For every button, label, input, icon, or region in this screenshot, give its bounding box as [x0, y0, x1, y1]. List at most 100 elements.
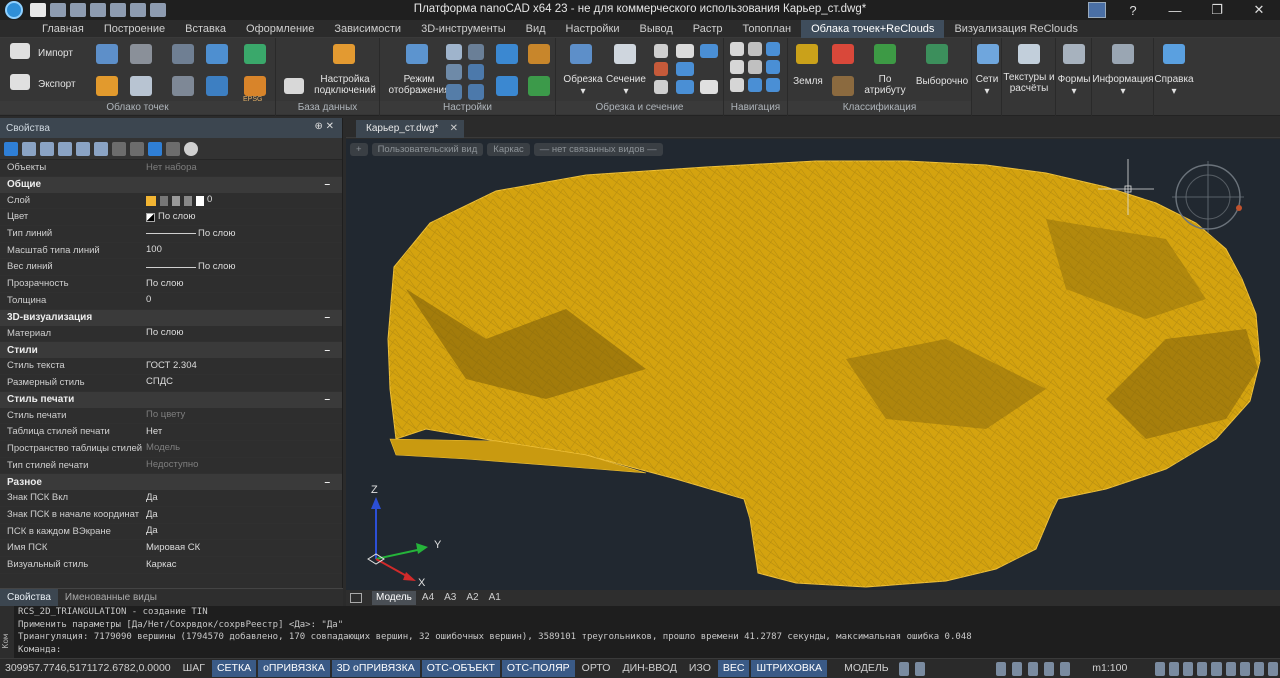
grid-view-icon[interactable] [898, 661, 909, 676]
status-toggle[interactable]: СЕТКА [211, 660, 257, 677]
property-value[interactable]: Да [143, 524, 342, 540]
nav-camera-icon[interactable] [748, 42, 762, 56]
connection-settings-button[interactable]: Настройка подключений [314, 74, 376, 96]
crop-button[interactable]: Обрезка [562, 74, 604, 85]
ribbon-tab[interactable]: Построение [94, 20, 175, 38]
crop-list-icon[interactable] [654, 80, 668, 94]
property-value[interactable]: По слою [143, 259, 342, 275]
property-row[interactable]: Стиль текста ГОСТ 2.304 [0, 358, 342, 375]
section-plane-icon[interactable] [676, 44, 694, 58]
annotation-icon[interactable] [995, 661, 1006, 676]
epsg-icon[interactable] [244, 76, 266, 96]
status-toggle[interactable]: ШАГ [178, 660, 210, 677]
section-dropdown-icon[interactable]: ▾ [604, 86, 648, 97]
lock-ui-icon[interactable] [1044, 661, 1055, 676]
ribbon-tab[interactable]: Топоплан [733, 20, 802, 38]
app-logo-icon[interactable] [0, 0, 28, 20]
import-icon[interactable] [10, 43, 30, 59]
section-table-icon[interactable] [700, 80, 718, 94]
help-button[interactable]: ? [1112, 3, 1154, 18]
property-value[interactable]: 0 [143, 193, 342, 209]
view-tree-blue-icon[interactable] [468, 84, 484, 100]
collapse-icon[interactable]: – [324, 179, 330, 190]
info-cloud-icon[interactable] [1112, 44, 1134, 64]
property-row-objects[interactable]: Объекты Нет набора [0, 160, 342, 177]
property-row[interactable]: Визуальный стиль Каркас [0, 557, 342, 574]
select-window-icon[interactable] [40, 141, 54, 156]
view-tree-icon[interactable] [446, 84, 462, 100]
save-as-icon[interactable] [90, 3, 106, 17]
layout-menu-icon[interactable] [350, 593, 362, 603]
command-prompt[interactable]: Команда: [18, 644, 1280, 657]
nav-cube-icon[interactable] [766, 60, 780, 74]
save-icon[interactable] [70, 3, 86, 17]
layout-tab[interactable]: A2 [462, 591, 482, 605]
help-book-icon[interactable] [1163, 44, 1185, 64]
property-value[interactable]: Недоступно [143, 458, 342, 474]
color-tree-icon[interactable] [528, 44, 550, 64]
layout-tab[interactable]: A4 [418, 591, 438, 605]
property-section-header[interactable]: 3D-визуализация – [0, 309, 342, 326]
status-toggle[interactable]: ОРТО [577, 660, 616, 677]
palette-brush-icon[interactable] [496, 44, 518, 64]
section-slice-icon[interactable] [700, 44, 718, 58]
linked-views-button[interactable]: — нет связанных видов — [533, 143, 663, 156]
selective-icon[interactable] [926, 44, 948, 64]
info-dropdown-icon[interactable]: ▾ [1092, 86, 1154, 97]
ribbon-tab[interactable]: 3D-инструменты [411, 20, 516, 38]
open-file-icon[interactable] [50, 3, 66, 17]
ground-button[interactable]: Земля [790, 76, 826, 87]
status-toggle[interactable]: ДИН-ВВОД [617, 660, 681, 677]
status-toggle[interactable]: ОТС-ОБЪЕКТ [421, 660, 500, 677]
property-row[interactable]: Прозрачность По слою [0, 276, 342, 293]
help-icon[interactable] [184, 141, 198, 156]
textures-icon[interactable] [1018, 44, 1040, 64]
select-crossing-icon[interactable] [58, 141, 72, 156]
property-row[interactable]: Знак ПСК в начале координат Да [0, 507, 342, 524]
help-ribbon-button[interactable]: Справка [1154, 74, 1194, 85]
viewport-menu-button[interactable]: + [350, 143, 368, 156]
filter-icon[interactable] [94, 141, 108, 156]
ucs-status-icon[interactable] [1060, 661, 1071, 676]
forms-button[interactable]: Формы [1056, 74, 1092, 85]
property-row[interactable]: Масштаб типа линий 100 [0, 243, 342, 260]
import-button[interactable]: Импорт [38, 48, 73, 59]
property-section-header[interactable]: Разное – [0, 474, 342, 491]
section-move-icon[interactable] [676, 62, 694, 76]
property-row[interactable]: Знак ПСК Вкл Да [0, 490, 342, 507]
nets-icon[interactable] [977, 44, 999, 64]
property-row[interactable]: Вес линий По слою [0, 259, 342, 277]
nav-walk-icon[interactable] [730, 78, 744, 92]
status-toggle[interactable]: оПРИВЯЗКА [258, 660, 330, 677]
property-row[interactable]: Материал По слою [0, 326, 342, 343]
textures-button[interactable]: Текстуры и расчёты [1002, 72, 1056, 94]
collapse-icon[interactable]: – [324, 345, 330, 356]
property-row[interactable]: Слой 0 [0, 193, 342, 210]
section-icon[interactable] [614, 44, 636, 64]
ribbon-tab[interactable]: Вставка [175, 20, 236, 38]
nav-layers-icon[interactable] [766, 78, 780, 92]
view-name-button[interactable]: Пользовательский вид [371, 143, 484, 156]
status-toggle[interactable]: ИЗО [684, 660, 716, 677]
class-pie-icon[interactable] [832, 44, 854, 64]
property-value[interactable]: Модель [143, 441, 342, 457]
nets-dropdown-icon[interactable]: ▾ [972, 86, 1002, 97]
points-filter-icon[interactable] [172, 76, 194, 96]
ribbon-tab[interactable]: Вывод [629, 20, 682, 38]
view-home-icon[interactable] [446, 64, 462, 80]
tin-surface[interactable] [387, 160, 1261, 588]
property-value[interactable]: По слою [143, 326, 342, 342]
ribbon-tab[interactable]: Зависимости [324, 20, 411, 38]
minimize-button[interactable]: — [1154, 3, 1196, 18]
properties-header-controls[interactable]: ⊕ ✕ [314, 121, 334, 132]
layer-state-icons[interactable] [146, 195, 204, 206]
nav-arrow-icon[interactable] [730, 60, 744, 74]
view-grid-icon[interactable] [446, 44, 462, 60]
export-icon[interactable] [10, 74, 30, 90]
zoom-icon[interactable] [1169, 661, 1180, 676]
cloud-register-icon[interactable] [206, 76, 228, 96]
select-object-icon[interactable] [4, 141, 18, 156]
lamp-icon[interactable] [1011, 661, 1022, 676]
class-stones-icon[interactable] [832, 76, 854, 96]
nav-orbit-icon[interactable] [748, 78, 762, 92]
